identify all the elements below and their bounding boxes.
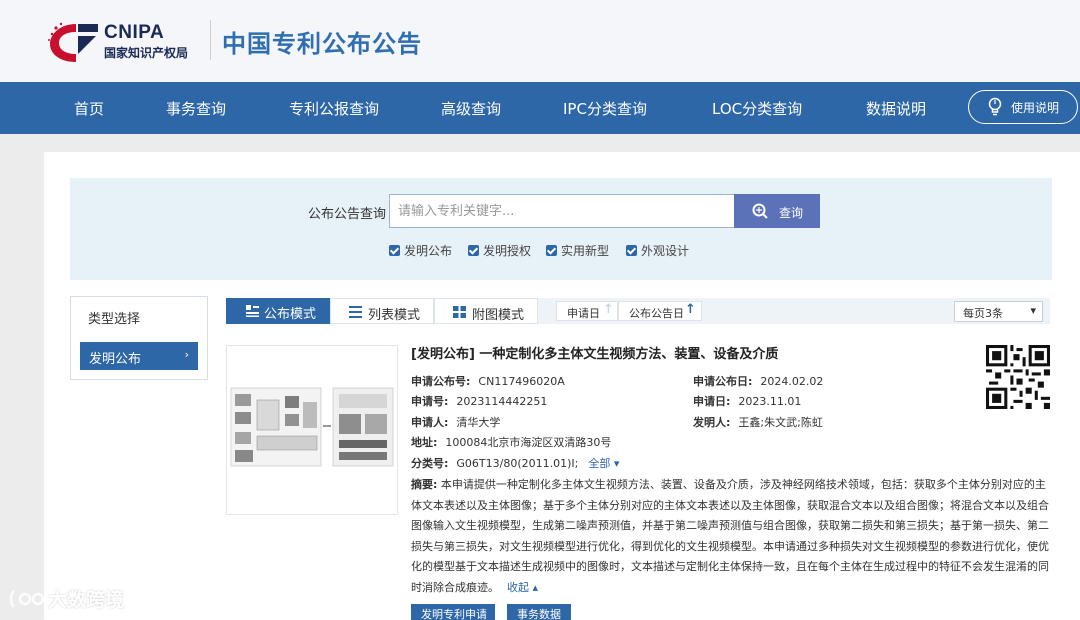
checkbox-label: 发明授权 [483, 244, 532, 258]
nav-item-transaction-query[interactable]: 事务查询 [166, 98, 226, 119]
search-button[interactable]: 查询 [734, 194, 820, 228]
logo-divider [210, 20, 211, 60]
search-label: 公布公告查询 [308, 207, 387, 222]
list-icon [349, 306, 362, 318]
sort-label: 申请日 [567, 307, 600, 320]
abstract-text: 本申请提供一种定制化多主体文生视频方法、装置、设备及介质，涉及神经网络技术领域，… [411, 478, 1049, 594]
help-button[interactable]: 使用说明 [968, 90, 1078, 124]
header-bar: CNIPA 国家知识产权局 中国专利公布公告 [0, 0, 1080, 82]
per-page-value: 每页3条 [963, 307, 1003, 320]
checkbox-invention-grant[interactable]: 发明授权 [468, 242, 531, 259]
filter-item-invention-publication[interactable]: 发明公布 › [80, 342, 198, 370]
mode-label: 公布模式 [264, 307, 317, 322]
search-icon [752, 203, 768, 219]
checkbox-checked-icon [389, 245, 400, 256]
field-value: 100084北京市海淀区双清路30号 [445, 436, 612, 449]
lightbulb-icon [988, 97, 1002, 116]
nav-item-gazette-query[interactable]: 专利公报查询 [289, 98, 379, 119]
cnipa-logo-icon [48, 22, 98, 62]
sort-up-icon: ↑ [685, 302, 696, 317]
mode-tab-list[interactable]: 列表模式 [330, 298, 434, 324]
collapse-link[interactable]: 收起 ▴ [507, 581, 538, 594]
help-label: 使用说明 [1011, 101, 1060, 115]
checkbox-invention-publication[interactable]: 发明公布 [389, 242, 452, 259]
field-label: 申请公布号: [411, 375, 471, 388]
field-classification: 分类号: G06T13/80(2011.01)I; 全部 ▾ [411, 455, 619, 471]
sort-apply-date[interactable]: 申请日 ↑ [556, 301, 618, 321]
invention-application-button[interactable]: 发明专利申请 [411, 604, 495, 620]
search-button-label: 查询 [779, 206, 804, 220]
watermark-text: 大数跨境 [48, 589, 125, 611]
sort-publication-date[interactable]: 公布公告日 ↑ [618, 301, 702, 321]
field-value: 2024.02.02 [760, 375, 824, 388]
patent-diagram-image [230, 387, 394, 467]
checkbox-utility-model[interactable]: 实用新型 [546, 242, 609, 259]
checkbox-checked-icon [546, 245, 557, 256]
sort-label: 公布公告日 [629, 307, 684, 320]
checkbox-label: 实用新型 [561, 244, 610, 258]
watermark: 大数跨境 [8, 585, 124, 612]
field-label: 申请公布日: [693, 375, 753, 388]
field-value: G06T13/80(2011.01)I; [456, 457, 579, 470]
field-label: 申请日: [693, 395, 731, 408]
field-inventor: 发明人: 王鑫;朱文武;陈虹 [693, 414, 823, 430]
field-pub-no: 申请公布号: CN117496020A [411, 373, 565, 389]
field-app-no: 申请号: 2023114442251 [411, 393, 547, 409]
field-label: 申请号: [411, 395, 449, 408]
site-title: 中国专利公布公告 [222, 30, 422, 58]
mode-label: 列表模式 [368, 308, 421, 323]
nav-item-ipc-query[interactable]: IPC分类查询 [563, 98, 647, 119]
show-all-classes-link[interactable]: 全部 ▾ [588, 457, 619, 470]
checkbox-checked-icon [626, 245, 637, 256]
field-value: 清华大学 [456, 416, 501, 429]
field-label: 地址: [411, 436, 438, 449]
transaction-data-button[interactable]: 事务数据 [507, 604, 571, 620]
logo-english: CNIPA [104, 22, 165, 43]
field-label: 发明人: [693, 416, 731, 429]
checkbox-design[interactable]: 外观设计 [626, 242, 689, 259]
filter-item-label: 发明公布 [89, 352, 142, 367]
field-value: 王鑫;朱文武;陈虹 [738, 416, 823, 429]
sort-up-icon: ↑ [603, 302, 614, 317]
patent-figure-thumbnail[interactable] [226, 345, 398, 515]
grid-icon [453, 306, 466, 318]
search-input[interactable] [389, 194, 735, 228]
list-icon [246, 305, 259, 317]
nav-item-home[interactable]: 首页 [74, 98, 104, 119]
mode-tab-publication[interactable]: 公布模式 [226, 298, 330, 324]
chevron-down-icon: ▾ [1030, 304, 1036, 317]
result-title[interactable]: [发明公布] 一种定制化多主体文生视频方法、装置、设备及介质 [411, 343, 778, 362]
field-label: 申请人: [411, 416, 449, 429]
field-value: CN117496020A [478, 375, 565, 388]
action-label: 事务数据 [517, 608, 561, 620]
checkbox-checked-icon [468, 245, 479, 256]
field-pub-date: 申请公布日: 2024.02.02 [693, 373, 823, 389]
field-address: 地址: 100084北京市海淀区双清路30号 [411, 434, 611, 450]
field-abstract: 摘要: 本申请提供一种定制化多主体文生视频方法、装置、设备及介质，涉及神经网络技… [411, 475, 1051, 598]
watermark-logo-icon [9, 590, 45, 608]
checkbox-label: 外观设计 [641, 244, 690, 258]
checkbox-label: 发明公布 [404, 244, 453, 258]
cnipa-logo[interactable]: CNIPA 国家知识产权局 [46, 18, 206, 66]
nav-item-data-description[interactable]: 数据说明 [866, 98, 926, 119]
field-label: 分类号: [411, 457, 449, 470]
field-app-date: 申请日: 2023.11.01 [693, 393, 801, 409]
field-value: 2023.11.01 [738, 395, 802, 408]
field-value: 2023114442251 [456, 395, 548, 408]
field-label: 摘要: [411, 478, 438, 491]
nav-item-loc-query[interactable]: LOC分类查询 [712, 98, 802, 119]
chevron-right-icon: › [184, 348, 189, 361]
type-filter-title: 类型选择 [88, 312, 141, 327]
action-label: 发明专利申请 [421, 608, 487, 620]
logo-chinese: 国家知识产权局 [104, 46, 189, 60]
per-page-select[interactable]: 每页3条 ▾ [954, 301, 1043, 322]
nav-item-advanced-query[interactable]: 高级查询 [441, 98, 501, 119]
mode-tab-figure[interactable]: 附图模式 [434, 298, 538, 324]
qr-code-icon[interactable] [986, 345, 1050, 409]
main-nav: 首页 事务查询 专利公报查询 高级查询 IPC分类查询 LOC分类查询 数据说明 [0, 82, 1080, 134]
field-applicant: 申请人: 清华大学 [411, 414, 500, 430]
mode-label: 附图模式 [472, 308, 525, 323]
